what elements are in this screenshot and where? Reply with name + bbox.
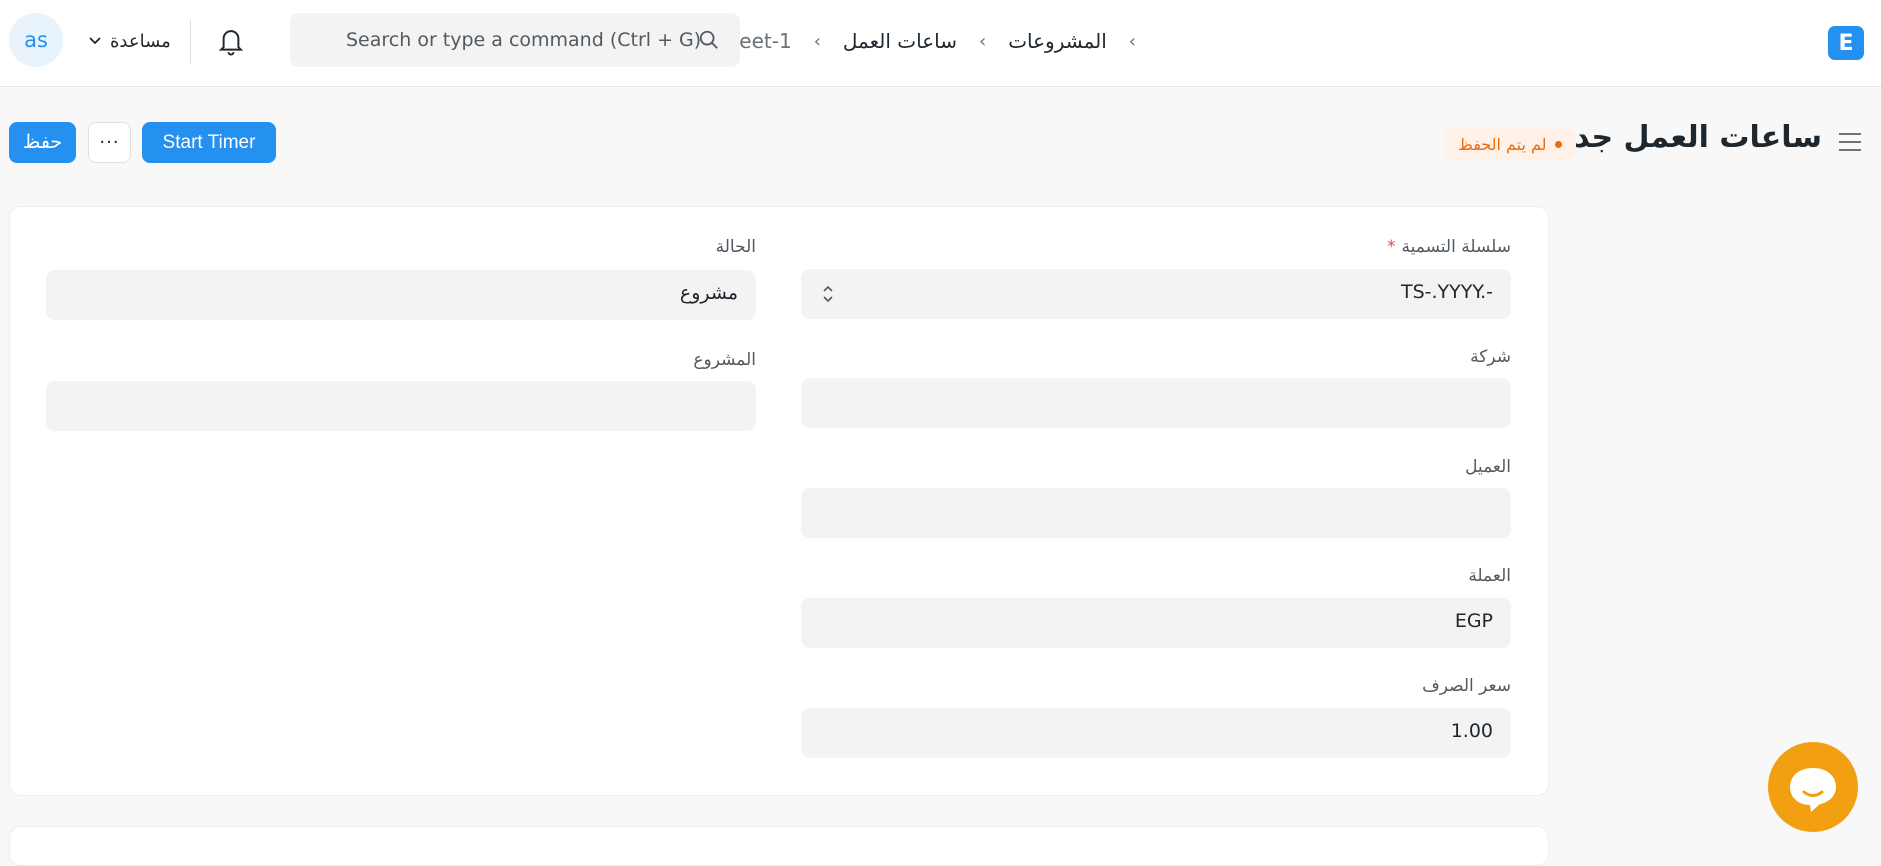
currency-value: EGP [1454, 610, 1493, 632]
select-updown-icon [823, 285, 833, 303]
breadcrumb-separator: › [813, 30, 821, 52]
sidebar-toggle-icon[interactable] [1837, 131, 1863, 153]
exchange-rate-label: سعر الصرف [1422, 676, 1511, 696]
project-label: المشروع [693, 350, 756, 370]
app-logo[interactable]: E [1828, 26, 1864, 60]
breadcrumb-separator: › [1128, 30, 1136, 52]
breadcrumb-projects[interactable]: المشروعات [1008, 29, 1107, 53]
chat-widget-button[interactable] [1768, 742, 1858, 832]
naming-series-label: سلسلة التسمية* [1387, 237, 1511, 257]
more-actions-button[interactable]: ··· [88, 122, 131, 163]
status-value: مشروع [679, 282, 738, 304]
avatar[interactable]: as [9, 13, 63, 67]
customer-label: العميل [1465, 457, 1511, 477]
chat-bubble-icon [1790, 768, 1836, 812]
required-mark: * [1387, 237, 1396, 257]
start-timer-button[interactable]: Start Timer [142, 122, 276, 163]
status-label: الحالة [715, 237, 756, 257]
next-section-card [9, 826, 1549, 866]
exchange-rate-field[interactable]: 1.00 [801, 708, 1511, 758]
breadcrumb-timesheets[interactable]: ساعات العمل [843, 29, 957, 53]
naming-series-select[interactable]: TS-.YYYY.- [801, 269, 1511, 319]
status-select[interactable]: مشروع [46, 270, 756, 320]
search-icon [699, 30, 718, 49]
help-dropdown[interactable]: مساعدة [88, 28, 171, 54]
chevron-down-icon [89, 37, 101, 45]
breadcrumb-separator: › [978, 30, 987, 52]
search-bar[interactable]: Search or type a command (Ctrl + G) [290, 13, 740, 67]
project-field[interactable] [46, 381, 756, 431]
company-field[interactable] [801, 378, 1511, 428]
notification-bell-icon[interactable] [216, 25, 246, 57]
help-label: مساعدة [110, 30, 171, 52]
company-label: شركة [1470, 347, 1511, 367]
customer-field[interactable] [801, 488, 1511, 538]
status-badge-label: لم يتم الحفظ [1458, 134, 1547, 154]
exchange-rate-value: 1.00 [1450, 720, 1493, 742]
currency-label: العملة [1468, 566, 1511, 586]
save-button[interactable]: حفظ [9, 122, 76, 163]
status-badge: لم يتم الحفظ [1444, 128, 1576, 160]
currency-field[interactable]: EGP [801, 598, 1511, 648]
naming-series-value: TS-.YYYY.- [1400, 281, 1493, 303]
navbar-divider [190, 20, 191, 64]
navbar: E › المشروعات › ساعات العمل › new-timesh… [0, 0, 1881, 87]
status-dot-icon [1554, 140, 1562, 148]
page-title: ساعات العمل جديد [1545, 120, 1822, 155]
search-input[interactable]: Search or type a command (Ctrl + G) [346, 29, 701, 51]
